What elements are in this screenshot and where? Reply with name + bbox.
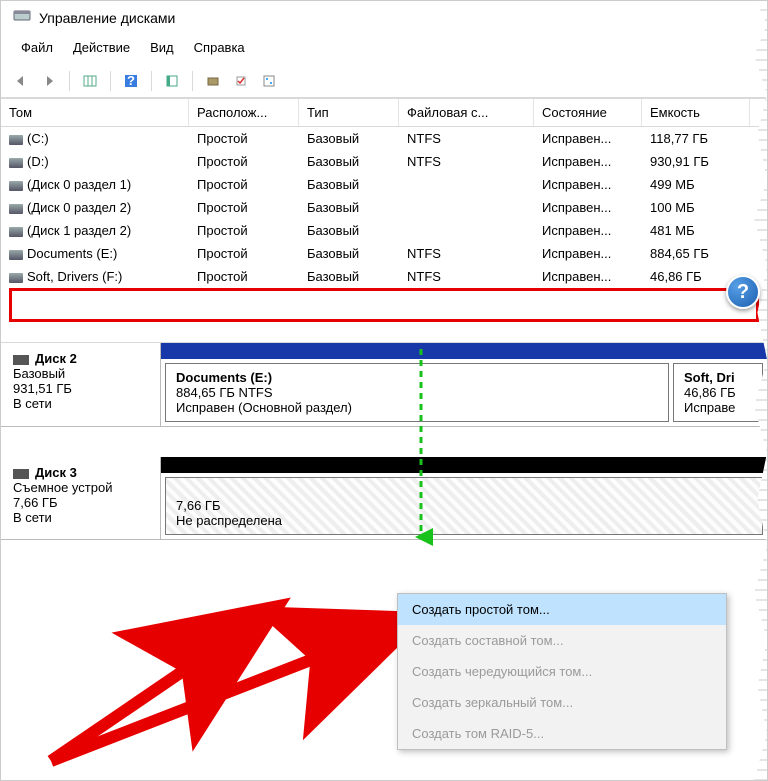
disk-status: В сети [13,396,148,411]
window-title: Управление дисками [39,10,175,26]
volume-icon [9,158,23,168]
table-row[interactable]: Soft, Drivers (F:)ПростойБазовыйNTFSИспр… [1,265,767,288]
vol-name: (D:) [27,154,49,169]
menu-help[interactable]: Справка [186,38,253,57]
volume-icon [9,250,23,260]
volume-state: Не распределена [176,513,752,528]
volume-info: 884,65 ГБ NTFS [176,385,658,400]
back-button[interactable] [9,69,33,93]
vol-name: Documents (E:) [27,246,117,261]
list-icon[interactable] [160,69,184,93]
separator-icon [110,71,111,91]
annotation-red-arrows-icon [31,551,451,781]
separator-icon [192,71,193,91]
menubar: Файл Действие Вид Справка [1,34,767,65]
disk-name: Диск 3 [35,465,77,480]
disk-row: Диск 3 Съемное устрой 7,66 ГБ В сети 7,6… [1,457,767,540]
titlebar: Управление дисками [1,1,767,34]
forward-button[interactable] [37,69,61,93]
disk-type: Базовый [13,366,148,381]
help-icon[interactable]: ? [119,69,143,93]
disk-type: Съемное устрой [13,480,148,495]
menu-view[interactable]: Вид [142,38,182,57]
question-badge-icon: ? [726,275,760,309]
app-icon [13,7,31,28]
table-row[interactable]: (D:)ПростойБазовыйNTFSИсправен...930,91 … [1,150,767,173]
context-menu: Создать простой том... Создать составной… [397,593,727,750]
disk-header-bar [161,343,767,359]
volume-state: Исправе [684,400,752,415]
table-row[interactable]: (C:)ПростойБазовыйNTFSИсправен...118,77 … [1,127,767,150]
vol-name: Soft, Drivers (F:) [27,269,122,284]
table-row[interactable]: (Диск 0 раздел 1)ПростойБазовыйИсправен.… [1,173,767,196]
toolbar: ? [1,65,767,98]
disk-map: Диск 2 Базовый 931,51 ГБ В сети Document… [1,342,767,540]
volume-icon [9,273,23,283]
ctx-create-striped: Создать чередующийся том... [398,656,726,687]
table-row[interactable]: (Диск 0 раздел 2)ПростойБазовыйИсправен.… [1,196,767,219]
separator-icon [69,71,70,91]
vol-name: (Диск 0 раздел 1) [27,177,131,192]
disk-size: 931,51 ГБ [13,381,148,396]
disk-icon [13,469,29,479]
volume-icon [9,135,23,145]
table-header: Том Располож... Тип Файловая с... Состоя… [1,98,767,127]
volume-box[interactable]: Soft, Dri 46,86 ГБ Исправе [673,363,763,422]
check-icon[interactable] [229,69,253,93]
table-row[interactable]: Documents (E:)ПростойБазовыйNTFSИсправен… [1,242,767,265]
disk-row: Диск 2 Базовый 931,51 ГБ В сети Document… [1,343,767,427]
disk-info[interactable]: Диск 3 Съемное устрой 7,66 ГБ В сети [1,457,161,539]
volume-box[interactable]: Documents (E:) 884,65 ГБ NTFS Исправен (… [165,363,669,422]
volume-info: 46,86 ГБ [684,385,752,400]
volume-name: Documents (E:) [176,370,658,385]
settings-icon[interactable] [257,69,281,93]
col-typ[interactable]: Тип [299,99,399,126]
disk-info[interactable]: Диск 2 Базовый 931,51 ГБ В сети [1,343,161,426]
disk-status: В сети [13,510,148,525]
separator-icon [151,71,152,91]
table-row[interactable]: (Диск 1 раздел 2)ПростойБазовыйИсправен.… [1,219,767,242]
col-fs[interactable]: Файловая с... [399,99,534,126]
annotation-highlight: ? [9,288,759,322]
unallocated-box[interactable]: 7,66 ГБ Не распределена [165,477,763,535]
col-cap[interactable]: Емкость [642,99,750,126]
volume-state: Исправен (Основной раздел) [176,400,658,415]
volume-info: 7,66 ГБ [176,498,752,513]
volume-icon [9,204,23,214]
columns-icon[interactable] [78,69,102,93]
volume-list: (C:)ПростойБазовыйNTFSИсправен...118,77 … [1,127,767,288]
col-loc[interactable]: Располож... [189,99,299,126]
volume-name: Soft, Dri [684,370,752,385]
disk-icon [13,355,29,365]
ctx-create-simple[interactable]: Создать простой том... [398,594,726,625]
col-tom[interactable]: Том [1,99,189,126]
properties-icon[interactable] [201,69,225,93]
volume-icon [9,181,23,191]
vol-name: (Диск 0 раздел 2) [27,200,131,215]
ctx-create-raid5: Создать том RAID-5... [398,718,726,749]
ctx-create-spanned: Создать составной том... [398,625,726,656]
disk-name: Диск 2 [35,351,77,366]
vol-name: (Диск 1 раздел 2) [27,223,131,238]
vol-name: (C:) [27,131,49,146]
volume-icon [9,227,23,237]
svg-text:?: ? [127,73,135,88]
disk-size: 7,66 ГБ [13,495,148,510]
menu-action[interactable]: Действие [65,38,138,57]
menu-file[interactable]: Файл [13,38,61,57]
disk-header-bar [161,457,767,473]
col-st[interactable]: Состояние [534,99,642,126]
ctx-create-mirror: Создать зеркальный том... [398,687,726,718]
